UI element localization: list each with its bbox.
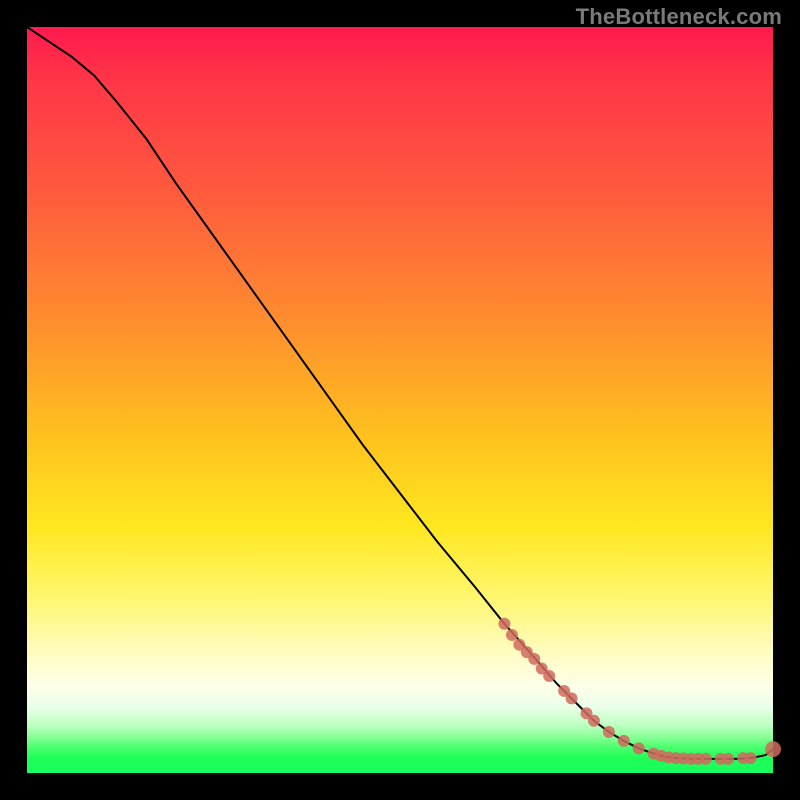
data-marker [700, 753, 712, 765]
data-marker [745, 752, 757, 764]
data-marker [603, 726, 615, 738]
data-marker [506, 629, 518, 641]
data-marker [588, 715, 600, 727]
data-marker [722, 753, 734, 765]
curve-line [27, 27, 773, 759]
chart-svg [27, 27, 773, 773]
data-marker [765, 741, 781, 757]
chart-frame: TheBottleneck.com [0, 0, 800, 800]
data-markers [498, 618, 781, 765]
data-marker [618, 735, 630, 747]
curve-path [27, 27, 773, 759]
data-marker [528, 653, 540, 665]
data-marker [498, 618, 510, 630]
data-marker [543, 670, 555, 682]
data-marker [633, 742, 645, 754]
data-marker [566, 692, 578, 704]
